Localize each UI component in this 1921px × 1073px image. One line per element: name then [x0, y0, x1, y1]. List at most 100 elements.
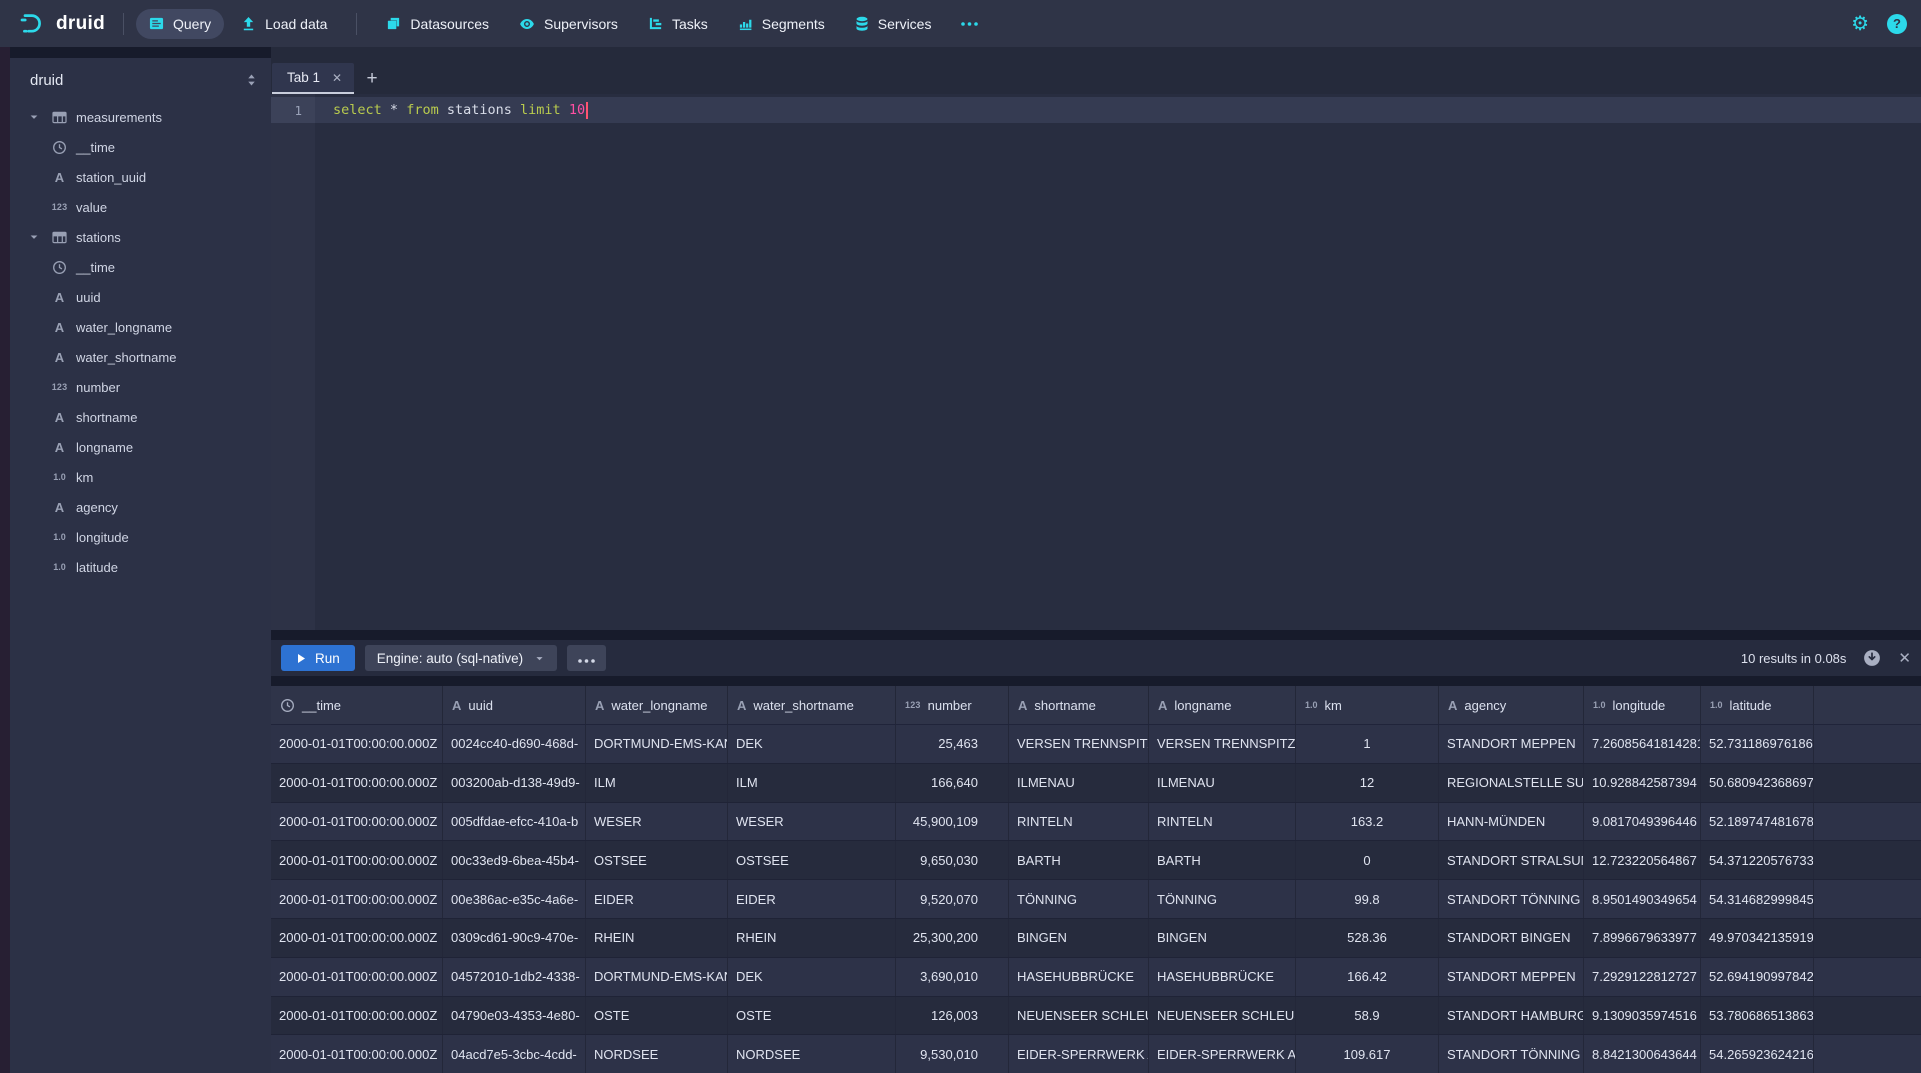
cell-longname[interactable]: BARTH [1149, 841, 1296, 879]
cell-shortname[interactable]: VERSEN TRENNSPITZE [1009, 725, 1149, 763]
nav-item-services[interactable]: Services [842, 9, 945, 39]
sidebar-column-uuid[interactable]: Auuid [10, 282, 271, 312]
cell-__time[interactable]: 2000-01-01T00:00:00.000Z [271, 880, 443, 918]
cell-shortname[interactable]: EIDER-SPERRWERK AP [1009, 1035, 1149, 1073]
cell-agency[interactable]: STANDORT TÖNNING [1439, 880, 1584, 918]
cell-longitude[interactable]: 9.1309035974516 [1584, 997, 1701, 1035]
cell-km[interactable]: 528.36 [1296, 919, 1439, 957]
close-results-icon[interactable]: ✕ [1898, 649, 1911, 667]
cell-longitude[interactable]: 7.8996679633977 [1584, 919, 1701, 957]
cell-__time[interactable]: 2000-01-01T00:00:00.000Z [271, 764, 443, 802]
sidebar-column-longitude[interactable]: 1.0longitude [10, 522, 271, 552]
cell-latitude[interactable]: 54.371220576733 [1701, 841, 1814, 879]
cell-water_longname[interactable]: EIDER [586, 880, 728, 918]
cell-km[interactable]: 109.617 [1296, 1035, 1439, 1073]
cell-latitude[interactable]: 54.314682999845 [1701, 880, 1814, 918]
tab-1[interactable]: Tab 1 ✕ [272, 63, 354, 94]
cell-water_shortname[interactable]: RHEIN [728, 919, 896, 957]
cell-km[interactable]: 12 [1296, 764, 1439, 802]
cell-km[interactable]: 166.42 [1296, 958, 1439, 996]
download-results-icon[interactable] [1863, 649, 1881, 667]
cell-number[interactable]: 3,690,010 [896, 958, 1009, 996]
cell-uuid[interactable]: 04572010-1db2-4338- [443, 958, 586, 996]
cell-shortname[interactable]: HASEHUBBRÜCKE [1009, 958, 1149, 996]
cell-latitude[interactable]: 52.731186976186 [1701, 725, 1814, 763]
sidebar-column-km[interactable]: 1.0km [10, 462, 271, 492]
cell-agency[interactable]: STANDORT HAMBURG [1439, 997, 1584, 1035]
cell-uuid[interactable]: 0309cd61-90c9-470e- [443, 919, 586, 957]
cell-agency[interactable]: STANDORT MEPPEN [1439, 725, 1584, 763]
cell-water_longname[interactable]: RHEIN [586, 919, 728, 957]
run-button[interactable]: Run [281, 645, 355, 671]
cell-__time[interactable]: 2000-01-01T00:00:00.000Z [271, 725, 443, 763]
cell-uuid[interactable]: 00c33ed9-6bea-45b4- [443, 841, 586, 879]
tab-close-icon[interactable]: ✕ [332, 71, 342, 85]
cell-km[interactable]: 99.8 [1296, 880, 1439, 918]
sidebar-column-station_uuid[interactable]: Astation_uuid [10, 162, 271, 192]
cell-longitude[interactable]: 9.0817049396446 [1584, 803, 1701, 841]
help-icon[interactable]: ? [1887, 14, 1907, 34]
nav-item-supervisors[interactable]: Supervisors [506, 9, 631, 39]
column-header-uuid[interactable]: Auuid [443, 686, 586, 724]
nav-item-segments[interactable]: Segments [725, 9, 838, 39]
nav-item-datasources[interactable]: Datasources [373, 9, 502, 39]
cell-longname[interactable]: VERSEN TRENNSPITZE [1149, 725, 1296, 763]
column-header-water_longname[interactable]: Awater_longname [586, 686, 728, 724]
column-header-__time[interactable]: __time [271, 686, 443, 724]
column-header-agency[interactable]: Aagency [1439, 686, 1584, 724]
cell-__time[interactable]: 2000-01-01T00:00:00.000Z [271, 958, 443, 996]
sidebar-column-shortname[interactable]: Ashortname [10, 402, 271, 432]
cell-__time[interactable]: 2000-01-01T00:00:00.000Z [271, 997, 443, 1035]
sidebar-column-agency[interactable]: Aagency [10, 492, 271, 522]
settings-gear-icon[interactable]: ⚙ [1851, 14, 1869, 34]
column-header-km[interactable]: 1.0km [1296, 686, 1439, 724]
cell-longitude[interactable]: 7.26085641814281 [1584, 725, 1701, 763]
cell-water_shortname[interactable]: ILM [728, 764, 896, 802]
cell-shortname[interactable]: RINTELN [1009, 803, 1149, 841]
cell-water_shortname[interactable]: OSTE [728, 997, 896, 1035]
cell-latitude[interactable]: 52.189747481678 [1701, 803, 1814, 841]
column-header-shortname[interactable]: Ashortname [1009, 686, 1149, 724]
cell-water_longname[interactable]: OSTSEE [586, 841, 728, 879]
cell-water_longname[interactable]: WESER [586, 803, 728, 841]
cell-agency[interactable]: HANN-MÜNDEN [1439, 803, 1584, 841]
cell-number[interactable]: 45,900,109 [896, 803, 1009, 841]
sidebar-table-stations[interactable]: stations [10, 222, 271, 252]
cell-latitude[interactable]: 49.970342135919 [1701, 919, 1814, 957]
cell-latitude[interactable]: 52.694190997842 [1701, 958, 1814, 996]
cell-longname[interactable]: TÖNNING [1149, 880, 1296, 918]
cell-water_longname[interactable]: OSTE [586, 997, 728, 1035]
sidebar-column-__time[interactable]: __time [10, 132, 271, 162]
cell-__time[interactable]: 2000-01-01T00:00:00.000Z [271, 841, 443, 879]
nav-item-tasks[interactable]: Tasks [635, 9, 721, 39]
query-more-button[interactable] [567, 645, 606, 671]
cell-longname[interactable]: EIDER-SPERRWERK AP [1149, 1035, 1296, 1073]
druid-logo[interactable]: druid [14, 12, 111, 35]
sidebar-column-value[interactable]: 123value [10, 192, 271, 222]
cell-number[interactable]: 9,530,010 [896, 1035, 1009, 1073]
cell-shortname[interactable]: NEUENSEER SCHLEUSE [1009, 997, 1149, 1035]
cell-longitude[interactable]: 8.8421300643644 [1584, 1035, 1701, 1073]
cell-agency[interactable]: STANDORT MEPPEN [1439, 958, 1584, 996]
sidebar-table-measurements[interactable]: measurements [10, 102, 271, 132]
sidebar-column-longname[interactable]: Alongname [10, 432, 271, 462]
sidebar-column-__time[interactable]: __time [10, 252, 271, 282]
column-header-latitude[interactable]: 1.0latitude [1701, 686, 1814, 724]
cell-longitude[interactable]: 12.723220564867 [1584, 841, 1701, 879]
cell-uuid[interactable]: 0024cc40-d690-468d- [443, 725, 586, 763]
cell-uuid[interactable]: 005dfdae-efcc-410a-b [443, 803, 586, 841]
column-header-water_shortname[interactable]: Awater_shortname [728, 686, 896, 724]
cell-water_shortname[interactable]: DEK [728, 725, 896, 763]
cell-__time[interactable]: 2000-01-01T00:00:00.000Z [271, 919, 443, 957]
cell-shortname[interactable]: BINGEN [1009, 919, 1149, 957]
nav-item-more[interactable] [948, 15, 991, 33]
sidebar-column-latitude[interactable]: 1.0latitude [10, 552, 271, 582]
cell-agency[interactable]: REGIONALSTELLE SUHL [1439, 764, 1584, 802]
cell-km[interactable]: 0 [1296, 841, 1439, 879]
cell-latitude[interactable]: 53.780686513863 [1701, 997, 1814, 1035]
cell-latitude[interactable]: 50.680942368697 [1701, 764, 1814, 802]
nav-item-query[interactable]: Query [136, 9, 224, 39]
cell-shortname[interactable]: ILMENAU [1009, 764, 1149, 802]
cell-number[interactable]: 25,300,200 [896, 919, 1009, 957]
cell-__time[interactable]: 2000-01-01T00:00:00.000Z [271, 803, 443, 841]
